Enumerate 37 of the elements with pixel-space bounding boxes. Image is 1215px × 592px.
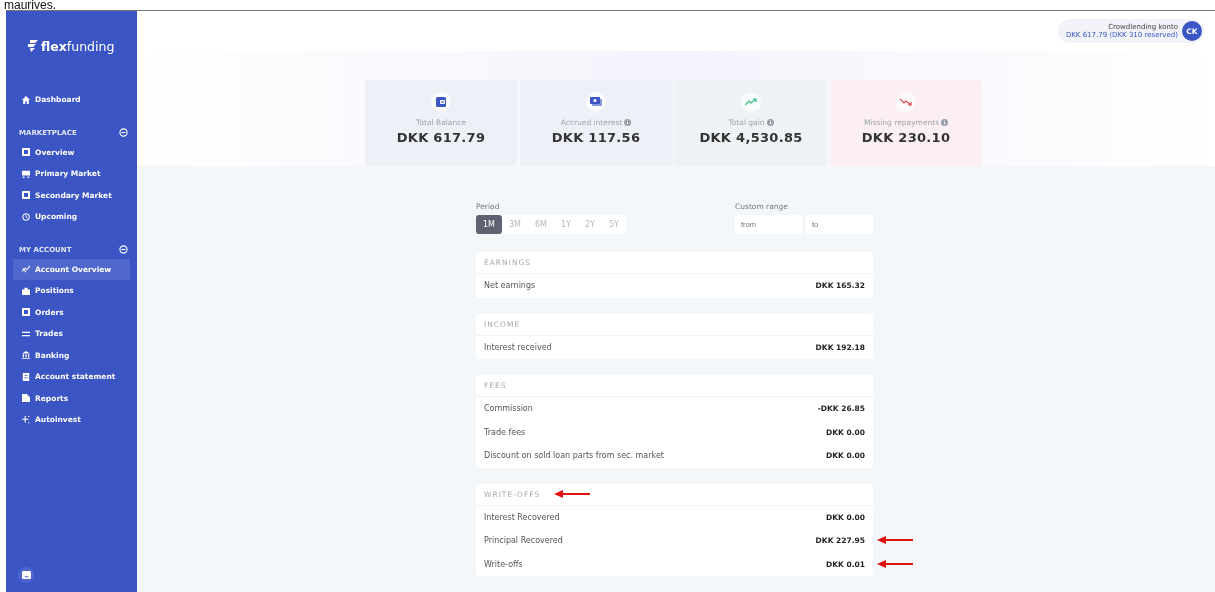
collapse-icon[interactable]: [119, 245, 128, 254]
square-icon: [22, 308, 30, 317]
stat-value: DKK 4,530.85: [699, 130, 803, 145]
row-label: Net earnings: [484, 281, 536, 291]
collapse-icon[interactable]: [119, 128, 128, 137]
info-icon: [941, 119, 949, 126]
logo-icon: [28, 40, 38, 52]
row-label: Trade fees: [484, 427, 526, 437]
row-label: Principal Recovered: [484, 536, 563, 546]
stat-value: DKK 117.56: [551, 130, 641, 145]
briefcase-icon: [22, 286, 30, 295]
trend-down-icon: [900, 98, 912, 106]
info-icon: [766, 119, 774, 126]
trend-up-icon: [745, 98, 757, 106]
row-label: Interest received: [484, 342, 552, 352]
home-icon: [22, 95, 30, 104]
stat-value: DKK 617.79: [396, 130, 486, 145]
chat-icon: [21, 570, 31, 580]
sparkle-icon: [22, 415, 30, 424]
info-icon: [624, 119, 632, 126]
row-label: Commission: [484, 404, 533, 414]
cash-icon: [590, 97, 602, 107]
row-label: Discount on sold loan parts from sec. market: [484, 451, 664, 461]
clock-icon: [22, 212, 30, 221]
wallet-icon: [436, 97, 446, 107]
document-icon: [22, 372, 30, 381]
row-label: Write-offs: [484, 559, 523, 569]
period-option[interactable]: 1M: [476, 215, 502, 234]
trend-icon: [22, 265, 30, 274]
chat-button[interactable]: [18, 567, 34, 583]
caption-text: maurives.: [3, 0, 57, 10]
row-label: Interest Recovered: [484, 512, 560, 522]
stat-value: DKK 230.10: [861, 130, 951, 145]
file-icon: [22, 394, 30, 403]
logo-text: flexfunding: [41, 38, 115, 54]
bank-icon: [22, 351, 30, 360]
lines-icon: [22, 329, 30, 338]
